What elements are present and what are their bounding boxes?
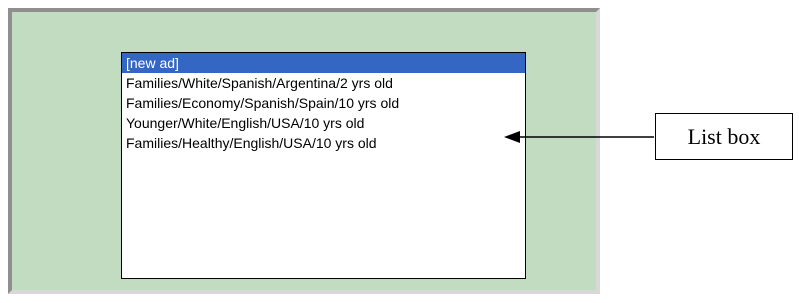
- dialog-panel: [new ad] Families/White/Spanish/Argentin…: [8, 8, 600, 294]
- list-box-callout: List box: [655, 113, 793, 160]
- ad-list-box[interactable]: [new ad] Families/White/Spanish/Argentin…: [121, 52, 526, 279]
- list-item[interactable]: Families/White/Spanish/Argentina/2 yrs o…: [122, 73, 525, 93]
- left-arrow-icon: [504, 131, 654, 143]
- list-item-new-ad[interactable]: [new ad]: [122, 53, 525, 73]
- list-item[interactable]: Families/Healthy/English/USA/10 yrs old: [122, 133, 525, 153]
- list-item[interactable]: Younger/White/English/USA/10 yrs old: [122, 113, 525, 133]
- callout-label: List box: [687, 123, 761, 149]
- list-item[interactable]: Families/Economy/Spanish/Spain/10 yrs ol…: [122, 93, 525, 113]
